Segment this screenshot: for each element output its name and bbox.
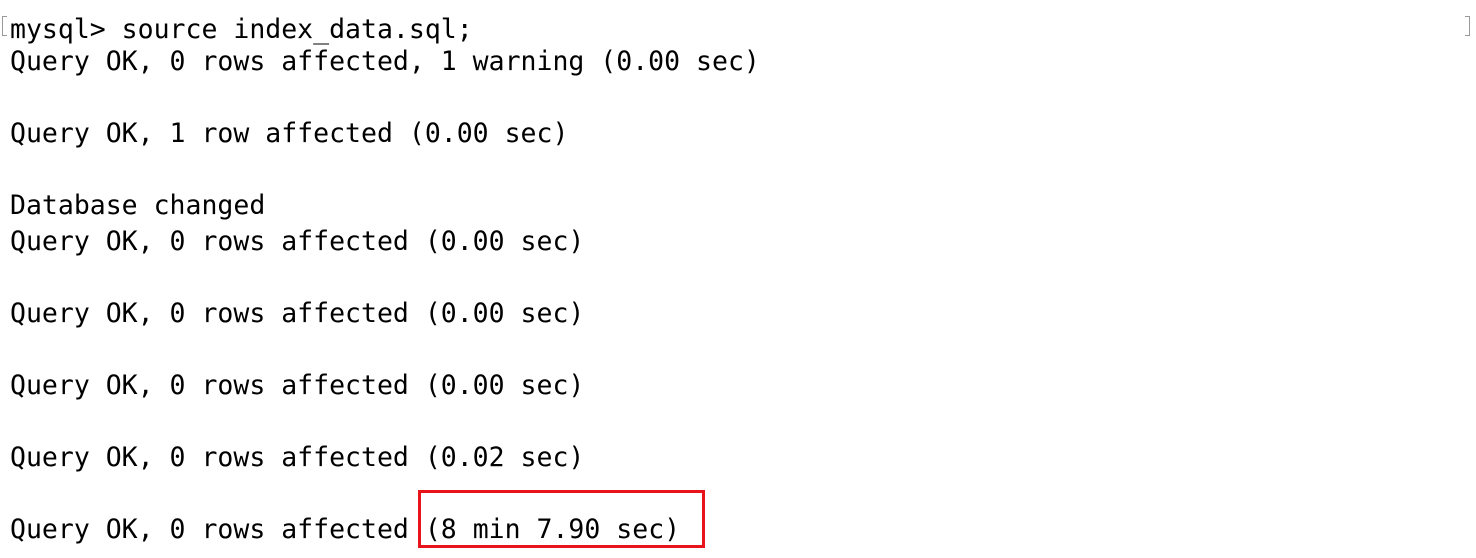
terminal-line-command: mysql> source index_data.sql; (10, 14, 473, 45)
terminal-line-output: Query OK, 1 row affected (0.00 sec) (10, 118, 569, 149)
selection-bracket-left (2, 16, 7, 36)
terminal-line-output: Query OK, 0 rows affected (0.00 sec) (10, 298, 585, 329)
terminal-line-output: Query OK, 0 rows affected (0.00 sec) (10, 370, 585, 401)
terminal-window[interactable]: mysql> source index_data.sql; Query OK, … (0, 0, 1476, 558)
terminal-line-output: Database changed (10, 190, 266, 221)
selection-bracket-right (1465, 16, 1470, 36)
red-highlight-box (418, 490, 705, 548)
terminal-line-prefix: Query OK, 0 rows affected (10, 514, 425, 545)
terminal-line-output: Query OK, 0 rows affected, 1 warning (0.… (10, 46, 760, 77)
terminal-line-output: Query OK, 0 rows affected (0.00 sec) (10, 226, 585, 257)
terminal-line-output: Query OK, 0 rows affected (0.02 sec) (10, 442, 585, 473)
